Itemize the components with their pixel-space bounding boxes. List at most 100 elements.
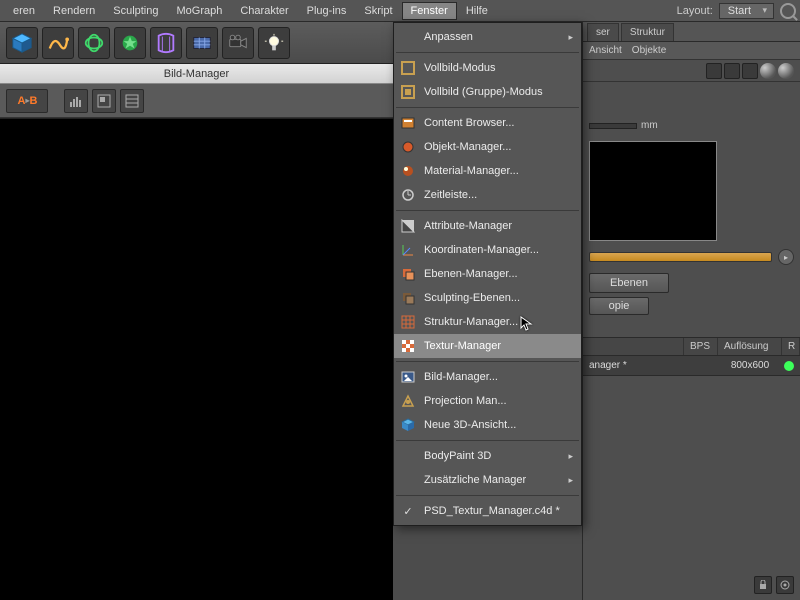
bild-icon	[400, 369, 416, 385]
menu-item-ebenen-manager[interactable]: Ebenen-Manager...	[394, 262, 581, 286]
menu-item-sculpting-ebenen[interactable]: Sculpting-Ebenen...	[394, 286, 581, 310]
menu-item-bodypaint-3d[interactable]: BodyPaint 3D▸	[394, 444, 581, 468]
panel-expand-icon[interactable]	[724, 63, 740, 79]
menu-item-label: Struktur-Manager...	[424, 316, 518, 328]
menu-item-neue-3d-ansicht[interactable]: Neue 3D-Ansicht...	[394, 413, 581, 437]
unit-label: mm	[641, 120, 658, 131]
menu-item-label: Content Browser...	[424, 117, 515, 129]
chevron-right-icon: ▸	[568, 32, 573, 43]
texture-row[interactable]: anager * 800x600	[583, 356, 800, 376]
menu-item-label: Bild-Manager...	[424, 371, 498, 383]
panel-menu-icon[interactable]	[706, 63, 722, 79]
menu-item-label: Material-Manager...	[424, 165, 519, 177]
menu-item-hilfe[interactable]: Hilfe	[457, 2, 497, 20]
menu-item-label: Sculpting-Ebenen...	[424, 292, 520, 304]
menu-item-vollbild-gruppe-modus[interactable]: Vollbild (Gruppe)-Modus	[394, 80, 581, 104]
right-panel: ser Struktur Ansicht Objekte mm ▸ Ebenen…	[582, 22, 800, 600]
menu-item-fenster[interactable]: Fenster	[402, 2, 457, 20]
panel-title-text: Bild-Manager	[164, 68, 229, 80]
color-slider[interactable]	[589, 252, 772, 262]
right-tabs-top: ser Struktur	[583, 22, 800, 42]
panel-title-bar: Bild-Manager	[0, 64, 393, 84]
camera-icon[interactable]	[222, 27, 254, 59]
spline-icon[interactable]	[42, 27, 74, 59]
menu-item-skript[interactable]: Skript	[355, 2, 401, 20]
menu-item-rendern[interactable]: Rendern	[44, 2, 104, 20]
layout-label: Layout:	[677, 5, 713, 17]
menu-item-content-browser[interactable]: Content Browser...	[394, 111, 581, 135]
cube-primitive-icon[interactable]	[6, 27, 38, 59]
menu-item-objekt-manager[interactable]: Objekt-Manager...	[394, 135, 581, 159]
bild-manager-toolbar: A▸B	[0, 84, 393, 118]
navigator-icon[interactable]	[92, 89, 116, 113]
menu-separator	[396, 361, 579, 362]
menu-item-attribute-manager[interactable]: Attribute-Manager	[394, 214, 581, 238]
material-sphere-icon[interactable]	[760, 63, 776, 79]
col-resolution[interactable]: Auflösung	[718, 338, 782, 355]
menu-item-zeitleiste[interactable]: Zeitleiste...	[394, 183, 581, 207]
material-preview[interactable]	[589, 141, 717, 241]
menu-item-charakter[interactable]: Charakter	[231, 2, 297, 20]
menu-item-label: Vollbild-Modus	[424, 62, 496, 74]
menu-item-label: Ebenen-Manager...	[424, 268, 518, 280]
menu-item-label: Textur-Manager	[424, 340, 501, 352]
sculpt-icon	[400, 290, 416, 306]
filter-icon[interactable]	[120, 89, 144, 113]
menu-item-vollbild-modus[interactable]: Vollbild-Modus	[394, 56, 581, 80]
layout-dropdown[interactable]: Start	[719, 3, 774, 19]
tab-ser[interactable]: ser	[587, 23, 619, 41]
menu-item-struktur-manager[interactable]: Struktur-Manager...	[394, 310, 581, 334]
tab-struktur[interactable]: Struktur	[621, 23, 674, 41]
slider-stepper[interactable]: ▸	[778, 249, 794, 265]
bottom-lock-icons	[754, 576, 794, 594]
menu-item-projection-man[interactable]: Projection Man...	[394, 389, 581, 413]
material-sphere-icon-2[interactable]	[778, 63, 794, 79]
menu-item-koordinaten-manager[interactable]: Koordinaten-Manager...	[394, 238, 581, 262]
search-icon[interactable]	[780, 3, 796, 19]
view3d-icon	[400, 417, 416, 433]
floor-icon[interactable]	[186, 27, 218, 59]
menu-item-mograph[interactable]: MoGraph	[168, 2, 232, 20]
menu-item-zus-tzliche-manager[interactable]: Zusätzliche Manager▸	[394, 468, 581, 492]
opie-button[interactable]: opie	[589, 297, 649, 315]
material-icon	[400, 163, 416, 179]
col-bps[interactable]: BPS	[684, 338, 718, 355]
subtab-ansicht[interactable]: Ansicht	[589, 45, 622, 56]
menu-item-psd-textur-manager-c4d[interactable]: ✓PSD_Textur_Manager.c4d *	[394, 499, 581, 523]
render-viewport[interactable]	[0, 118, 393, 600]
chevron-right-icon: ▸	[568, 451, 573, 462]
menu-item-anpassen[interactable]: Anpassen▸	[394, 25, 581, 49]
histogram-icon[interactable]	[64, 89, 88, 113]
status-dot-icon	[784, 361, 794, 371]
subtab-objekte[interactable]: Objekte	[632, 45, 666, 56]
lock-icon[interactable]	[754, 576, 772, 594]
menu-item-label: Projection Man...	[424, 395, 507, 407]
col-r[interactable]: R	[782, 338, 800, 355]
settings-icon[interactable]	[776, 576, 794, 594]
panel-dock-icon[interactable]	[742, 63, 758, 79]
menu-item-label: Zeitleiste...	[424, 189, 477, 201]
menu-item-sculpting[interactable]: Sculpting	[104, 2, 167, 20]
ebenen-button[interactable]: Ebenen	[589, 273, 669, 293]
deformer-icon[interactable]	[150, 27, 182, 59]
texture-resolution: 800x600	[720, 360, 780, 371]
menu-item-label: Vollbild (Gruppe)-Modus	[424, 86, 543, 98]
size-input[interactable]	[589, 123, 637, 129]
light-icon[interactable]	[258, 27, 290, 59]
object-icon	[400, 139, 416, 155]
nurbs-icon[interactable]	[78, 27, 110, 59]
menu-item-bild-manager[interactable]: Bild-Manager...	[394, 365, 581, 389]
texture-name: anager *	[589, 360, 720, 371]
timeline-icon	[400, 187, 416, 203]
generator-icon[interactable]	[114, 27, 146, 59]
menu-item-textur-manager[interactable]: Textur-Manager	[394, 334, 581, 358]
struct-icon	[400, 314, 416, 330]
menu-item-material-manager[interactable]: Material-Manager...	[394, 159, 581, 183]
ab-compare-icon[interactable]: A▸B	[6, 89, 48, 113]
menu-item-label: Attribute-Manager	[424, 220, 512, 232]
fullscreen-group-icon	[400, 84, 416, 100]
fenster-dropdown-menu: Anpassen▸ Vollbild-Modus Vollbild (Gruppe)…	[393, 22, 582, 526]
content-icon	[400, 115, 416, 131]
menu-item[interactable]: eren	[4, 2, 44, 20]
menu-item-plugins[interactable]: Plug-ins	[298, 2, 356, 20]
